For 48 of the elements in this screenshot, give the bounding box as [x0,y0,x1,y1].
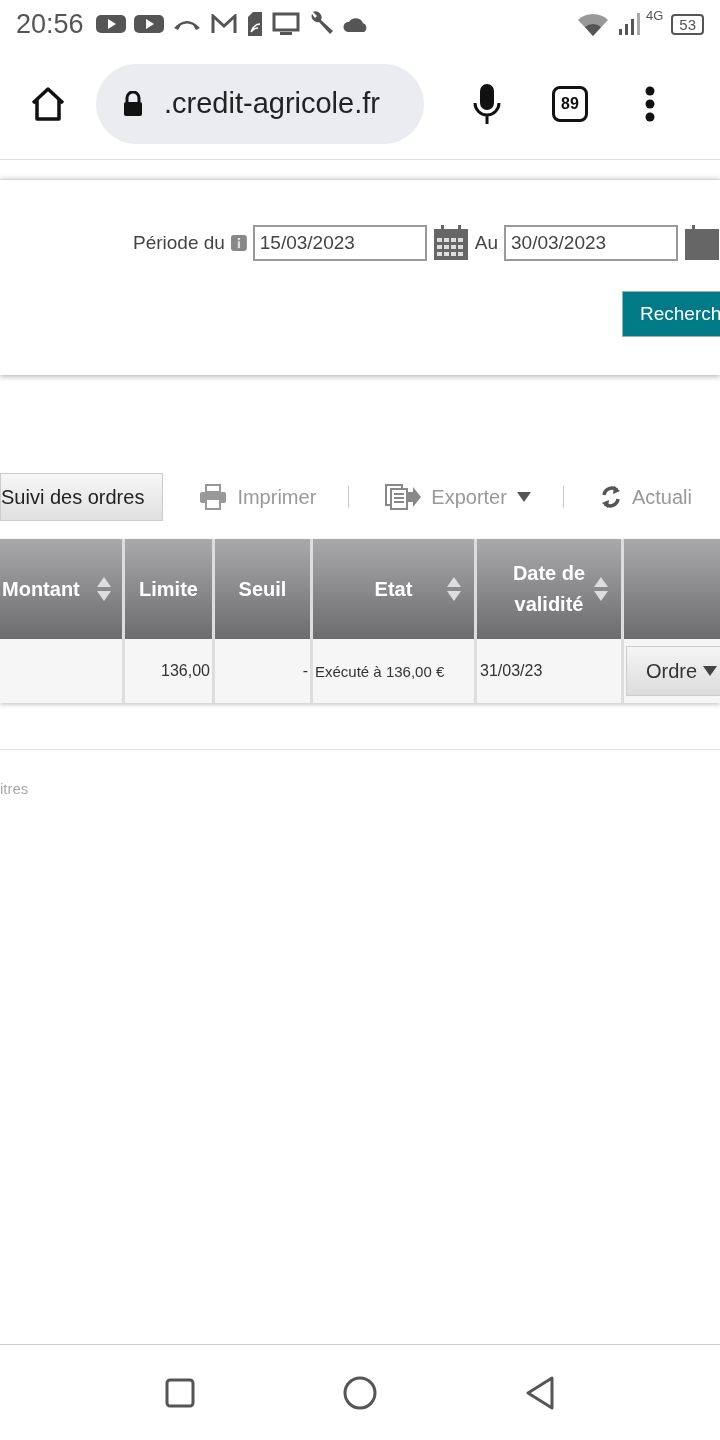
video-play-icon [95,14,126,34]
column-header[interactable]: Limite [125,539,212,639]
sort-icon[interactable] [593,576,609,602]
toolbar-link[interactable]: Actuali [631,485,692,509]
mail-icon [209,14,238,34]
date-field[interactable]: 30/03/2023 [504,225,678,261]
toolbar-link[interactable]: Exporter [431,485,507,509]
column-header[interactable]: Montant [0,539,122,639]
back-icon[interactable] [525,1375,555,1410]
wifi-icon [575,11,610,37]
column-header[interactable]: Seuil [215,539,310,639]
order-dropdown-button[interactable]: Ordre [626,646,720,696]
printer-icon[interactable] [199,484,228,510]
lock-icon [122,90,144,117]
network-type: 4G [645,8,664,23]
address-bar[interactable]: .credit-agricole.fr [96,63,424,144]
column-header[interactable]: Etat [313,539,474,639]
sort-icon[interactable] [96,576,112,602]
toolbar-link[interactable]: Imprimer [237,485,317,509]
recents-icon[interactable] [165,1377,195,1408]
home-icon[interactable] [29,84,67,123]
search-button[interactable]: Recherch [622,291,720,337]
tab-count-button[interactable]: 89 [552,85,588,122]
table-cell: 31/03/23 [477,639,621,703]
table-cell: Exécuté à 136,00 € [313,639,474,703]
battery-level: 53 [671,13,704,35]
caret-icon[interactable] [516,492,531,502]
footnote-text: itres [0,749,720,797]
calendar-icon[interactable] [432,225,469,261]
refresh-icon[interactable] [599,485,622,509]
caret-icon [703,666,718,676]
table-cell: 136,00 [125,639,212,703]
calendar-icon[interactable] [684,225,720,261]
sort-icon[interactable] [446,576,462,602]
to-label: Au [474,232,498,254]
status-time: 20:56 [16,8,84,40]
more-menu-icon[interactable] [645,85,655,122]
monitor-icon [271,12,300,36]
sim-card-icon [245,12,264,36]
table-cell: - [215,639,310,703]
video-play-icon [133,14,164,34]
column-header[interactable]: Date de validité [477,539,621,639]
orders-tab[interactable]: Suivi des ordres [0,473,164,521]
export-icon[interactable] [385,484,422,510]
date-field[interactable]: 15/03/2023 [252,225,427,261]
home-button-icon[interactable] [343,1375,377,1410]
microphone-icon[interactable] [472,82,502,125]
period-label: Période du [133,232,225,254]
